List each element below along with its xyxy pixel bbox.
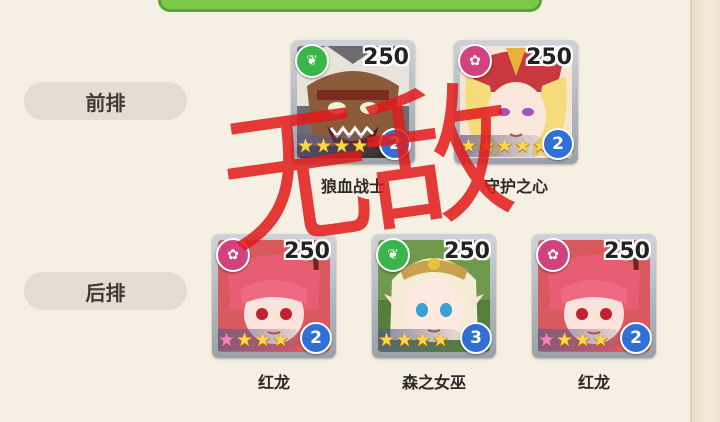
star-icon: ★ [478,135,496,157]
star-icon: ★ [432,329,450,351]
star-icon: ★ [574,329,592,351]
top-green-button[interactable] [158,0,542,12]
lotus-icon: ✿ [216,238,250,272]
hero-power: 250 [444,239,490,264]
hero-card-red-dragon[interactable]: ✿ 250 ★ ★ ★ ★ 2 [212,234,336,358]
hero-level-badge: 2 [542,128,574,160]
star-icon: ★ [236,329,254,351]
star-icon: ★ [333,135,351,157]
hero-name: 守护之心 [483,177,548,196]
hero-level-badge: 2 [379,128,411,160]
star-icon: ★ [378,329,396,351]
hero-level-badge: 2 [300,322,332,354]
front-row-label: 前排 [24,82,187,120]
hero-card-werewolf-warrior[interactable]: ❦ 250 ★ ★ ★ ★ 2 [291,40,415,164]
star-rating: ★ ★ ★ ★ ★ [460,135,549,157]
star-icon: ★ [272,329,290,351]
hero-name: 红龙 [577,373,610,392]
lotus-icon: ✿ [536,238,570,272]
star-icon: ★ [592,329,610,351]
star-icon: ★ [496,135,514,157]
star-rating: ★ ★ ★ ★ [378,329,462,351]
hero-power: 250 [284,239,330,264]
hero-name: 狼血战士 [320,177,385,196]
hero-level-badge: 2 [620,322,652,354]
star-icon: ★ [414,329,432,351]
star-rating: ★ ★ ★ ★ [538,329,622,351]
hero-power: 250 [363,45,409,70]
hero-name: 红龙 [257,373,290,392]
star-icon: ★ [254,329,272,351]
star-icon: ★ [297,135,315,157]
lotus-icon: ✿ [458,44,492,78]
star-icon: ★ [351,135,369,157]
star-rating: ★ ★ ★ ★ [218,329,302,351]
hero-card-red-dragon-2[interactable]: ✿ 250 ★ ★ ★ ★ 2 [532,234,656,358]
leaf-icon: ❦ [295,44,329,78]
hero-name: 森之女巫 [401,373,466,392]
panel-frame-right [690,0,720,422]
hero-level-badge: 3 [460,322,492,354]
hero-card-forest-witch[interactable]: ❦ 250 ★ ★ ★ ★ 3 [372,234,496,358]
star-icon: ★ [315,135,333,157]
hero-power: 250 [526,45,572,70]
star-rating: ★ ★ ★ ★ [297,135,381,157]
star-icon: ★ [460,135,478,157]
leaf-icon: ❦ [376,238,410,272]
star-icon: ★ [218,329,236,351]
hero-card-guardian-heart[interactable]: ✿ 250 ★ ★ ★ ★ ★ 2 [454,40,578,164]
star-icon: ★ [514,135,532,157]
star-icon: ★ [396,329,414,351]
hero-power: 250 [604,239,650,264]
back-row-label: 后排 [24,272,187,310]
star-icon: ★ [538,329,556,351]
star-icon: ★ [556,329,574,351]
